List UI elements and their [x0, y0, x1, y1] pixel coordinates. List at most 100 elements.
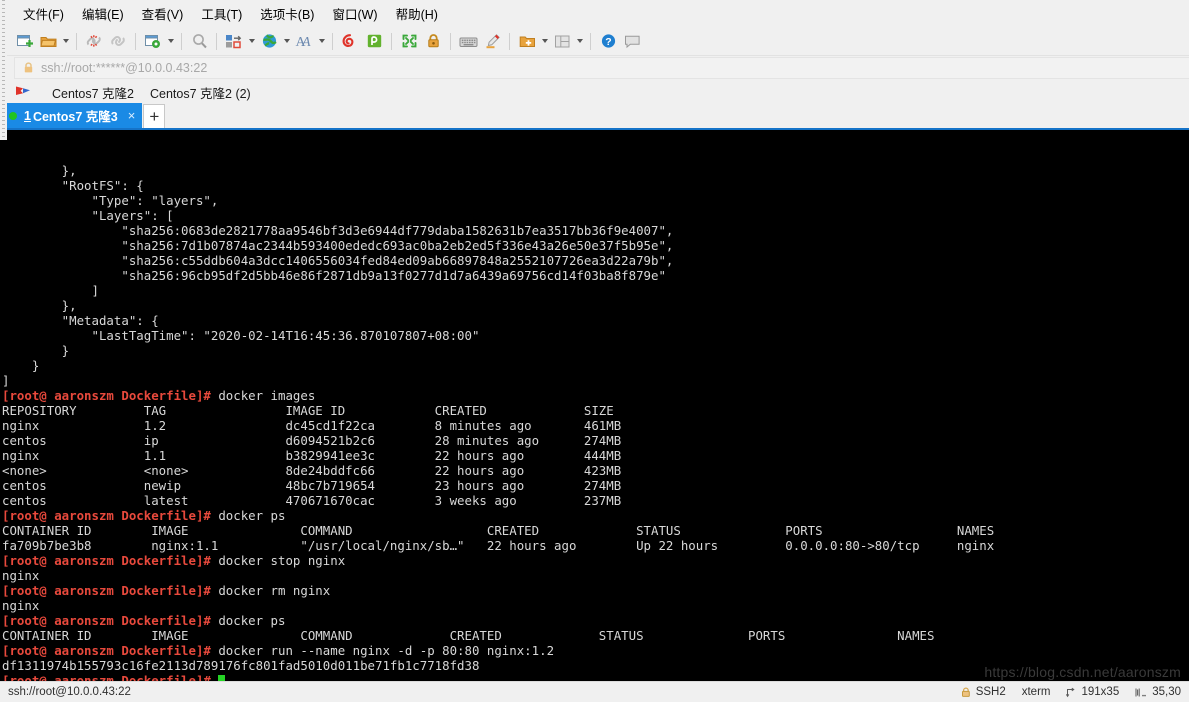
globe-dropdown-caret[interactable] — [281, 30, 292, 52]
new-session-icon[interactable] — [12, 30, 36, 52]
status-termtype-cell: xterm — [1022, 686, 1051, 698]
snippet-icon[interactable] — [362, 30, 386, 52]
terminal-command-line: [root@ aaronszm Dockerfile]# docker imag… — [2, 388, 1189, 403]
reconnect-icon[interactable] — [106, 30, 130, 52]
fullscreen-icon[interactable] — [397, 30, 421, 52]
terminal-output-line: CONTAINER ID IMAGE COMMAND CREATED STATU… — [2, 628, 935, 643]
shell-prompt: [root@ aaronszm Dockerfile]# — [2, 508, 211, 523]
font-dropdown-caret[interactable] — [316, 30, 327, 52]
spiral-icon[interactable] — [338, 30, 362, 52]
shell-prompt: [root@ aaronszm Dockerfile]# — [2, 613, 211, 628]
terminal-output-line: CONTAINER ID IMAGE COMMAND CREATED STATU… — [2, 523, 995, 538]
highlighter-icon[interactable] — [480, 30, 504, 52]
terminal-command-line: [root@ aaronszm Dockerfile]# docker stop… — [2, 553, 1189, 568]
toolbar: A A ? — [0, 27, 1189, 56]
cursor-pos-icon — [1135, 687, 1147, 698]
session-options-dropdown-caret[interactable] — [165, 30, 176, 52]
svg-text:A: A — [301, 35, 311, 49]
tab-label: Centos7 克隆3 — [32, 110, 118, 124]
font-icon[interactable]: A A — [292, 30, 316, 52]
tab-status-dot — [9, 111, 17, 120]
new-tab-button[interactable]: + — [143, 104, 166, 128]
globe-icon[interactable] — [257, 30, 281, 52]
transfer-dropdown-caret[interactable] — [246, 30, 257, 52]
tab-strip: 1 Centos7 克隆3 × + — [0, 103, 1189, 130]
terminal-command-line: [root@ aaronszm Dockerfile]# docker rm n… — [2, 583, 1189, 598]
shell-command: docker run --name nginx -d -p 80:80 ngin… — [210, 643, 555, 658]
terminal-output-line: REPOSITORY TAG IMAGE ID CREATED SIZE — [2, 403, 614, 418]
terminal-output-line: } — [2, 358, 40, 373]
disconnect-icon[interactable] — [82, 30, 106, 52]
terminal-output-line: fa709b7be3b8 nginx:1.1 "/usr/local/nginx… — [2, 538, 995, 553]
toolbar-separator — [181, 32, 182, 50]
terminal-output-line: "LastTagTime": "2020-02-14T16:45:36.8701… — [2, 328, 480, 343]
red-flag-icon[interactable] — [14, 85, 32, 99]
resize-icon — [1066, 687, 1076, 698]
terminal-output-line: "sha256:c55ddb604a3dcc1406556034fed84ed0… — [2, 253, 674, 268]
terminal-output[interactable]: }, "RootFS": { "Type": "layers", "Layers… — [0, 130, 1189, 681]
help-icon[interactable]: ? — [596, 30, 620, 52]
lock-icon — [961, 686, 971, 698]
layout-dropdown-caret[interactable] — [574, 30, 585, 52]
status-protocol-cell: SSH2 — [961, 686, 1006, 698]
add-folder-dropdown-caret[interactable] — [539, 30, 550, 52]
menu-tools[interactable]: 工具(T) — [192, 0, 251, 27]
shell-command — [211, 673, 218, 681]
open-folder-icon[interactable] — [36, 30, 60, 52]
toolbar-separator — [590, 32, 591, 50]
menu-file[interactable]: 文件(F) — [14, 0, 73, 27]
shell-prompt: [root@ aaronszm Dockerfile]# — [2, 388, 211, 403]
terminal-output-line: "sha256:7d1b07874ac2344b593400ededc693ac… — [2, 238, 674, 253]
address-bar[interactable]: ssh://root:******@10.0.0.43:22 — [14, 57, 1189, 79]
menu-view[interactable]: 查看(V) — [133, 0, 193, 27]
terminal-command-line: [root@ aaronszm Dockerfile]# docker run … — [2, 643, 1189, 658]
transfer-icon[interactable] — [222, 30, 246, 52]
lock-icon — [23, 62, 34, 74]
terminal-output-line: nginx — [2, 598, 40, 613]
terminal-output-line: centos newip 48bc7b719654 23 hours ago 2… — [2, 478, 622, 493]
session-centos7-clone2-2[interactable]: Centos7 克隆2 (2) — [142, 80, 259, 105]
comment-icon[interactable] — [620, 30, 644, 52]
terminal-output-line: df1311974b155793c16fe2113d789176fc801fad… — [2, 658, 480, 673]
toolbar-separator — [391, 32, 392, 50]
shell-prompt: [root@ aaronszm Dockerfile]# — [2, 643, 211, 658]
lock-icon[interactable] — [421, 30, 445, 52]
toolbar-separator — [216, 32, 217, 50]
tab-number: 1 — [24, 108, 31, 123]
shell-command: docker ps — [210, 508, 286, 523]
status-terminal-type: xterm — [1021, 686, 1051, 698]
toolbar-separator — [509, 32, 510, 50]
layout-icon[interactable] — [550, 30, 574, 52]
menu-edit[interactable]: 编辑(E) — [73, 0, 133, 27]
menu-tabs[interactable]: 选项卡(B) — [251, 0, 323, 27]
shell-command: docker ps — [210, 613, 286, 628]
terminal-output-line: ] — [2, 283, 99, 298]
terminal-output-line: nginx — [2, 568, 40, 583]
shell-command: docker images — [210, 388, 316, 403]
close-icon[interactable]: × — [128, 108, 136, 123]
session-options-icon[interactable] — [141, 30, 165, 52]
status-connection: ssh://root@10.0.0.43:22 — [8, 686, 131, 698]
search-icon[interactable] — [187, 30, 211, 52]
session-centos7-clone2[interactable]: Centos7 克隆2 — [44, 80, 142, 105]
menu-help[interactable]: 帮助(H) — [387, 0, 447, 27]
keyboard-icon[interactable] — [456, 30, 480, 52]
securecrt-window: 文件(F) 编辑(E) 查看(V) 工具(T) 选项卡(B) 窗口(W) 帮助(… — [0, 0, 1189, 702]
terminal-command-line: [root@ aaronszm Dockerfile]# docker ps — [2, 613, 1189, 628]
shell-prompt: [root@ aaronszm Dockerfile]# — [2, 553, 211, 568]
menu-window[interactable]: 窗口(W) — [323, 0, 386, 27]
shell-command: docker stop nginx — [210, 553, 346, 568]
toolbar-grip[interactable] — [0, 0, 7, 140]
terminal-output-line: "Layers": [ — [2, 208, 174, 223]
add-folder-icon[interactable] — [515, 30, 539, 52]
status-cursor-cell: 35,30 — [1135, 686, 1181, 698]
shell-prompt: [root@ aaronszm Dockerfile]# — [2, 673, 211, 681]
open-folder-dropdown-caret[interactable] — [60, 30, 71, 52]
terminal-output-line: }, — [2, 163, 77, 178]
terminal-command-line: [root@ aaronszm Dockerfile]# docker ps — [2, 508, 1189, 523]
terminal-output-line: "Metadata": { — [2, 313, 159, 328]
status-bar: ssh://root@10.0.0.43:22 SSH2 xterm 191x3… — [0, 681, 1189, 702]
toolbar-separator — [135, 32, 136, 50]
terminal-cursor — [218, 675, 226, 681]
tab-centos7-clone3[interactable]: 1 Centos7 克隆3 × — [0, 103, 143, 128]
